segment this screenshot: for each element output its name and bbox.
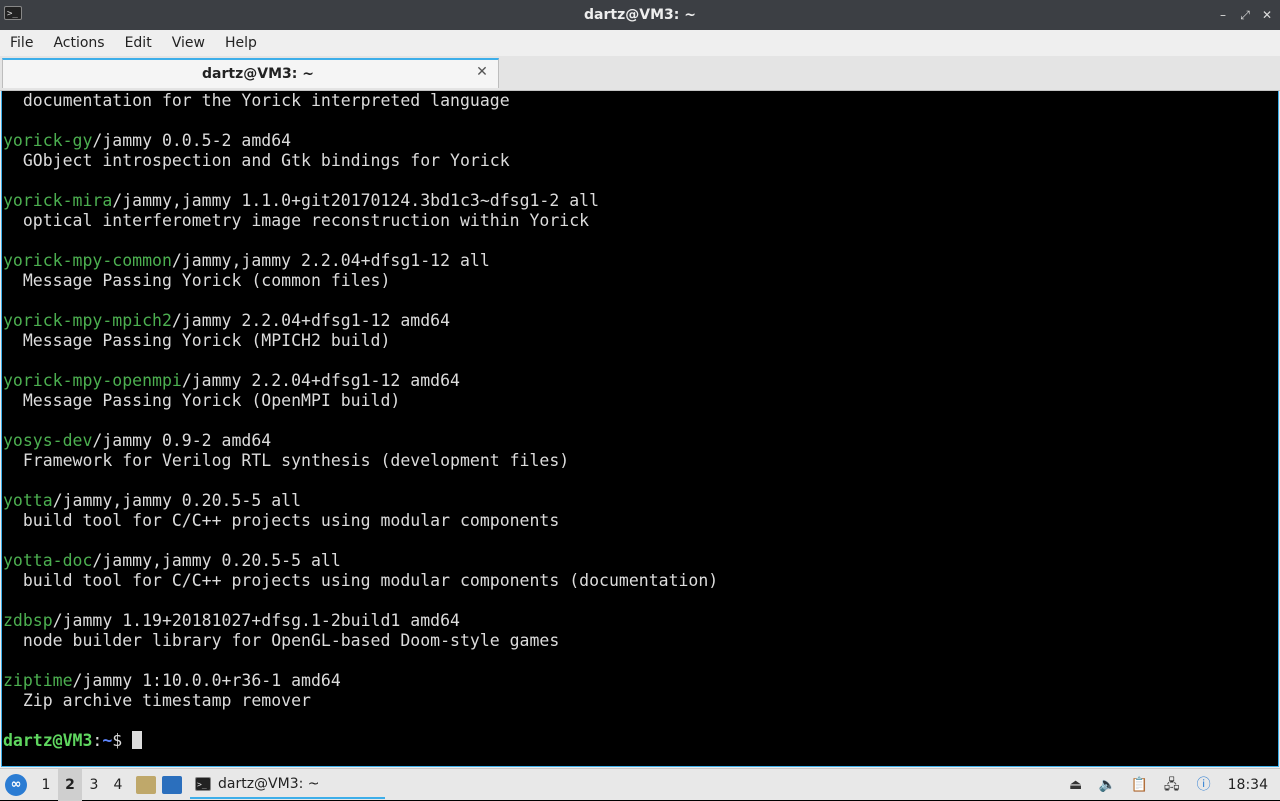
package-line: yorick-gy/jammy 0.0.5-2 amd64 (3, 131, 718, 151)
package-version: /jammy,jammy 0.20.5-5 all (52, 491, 302, 510)
desktop-2-button[interactable]: 2 (58, 769, 82, 801)
taskbar-terminal-button[interactable]: >_ dartz@VM3: ~ (190, 771, 385, 799)
package-description: Message Passing Yorick (OpenMPI build) (3, 391, 401, 410)
desktop-1-button[interactable]: 1 (34, 769, 58, 801)
terminal-lines: documentation for the Yorick interpreted… (3, 91, 718, 751)
prompt-separator: : (92, 731, 103, 750)
network-icon[interactable]: 🖧 (1162, 776, 1182, 794)
package-description: Message Passing Yorick (common files) (3, 271, 391, 290)
package-description: build tool for C/C++ projects using modu… (3, 571, 719, 590)
package-description: node builder library for OpenGL-based Do… (3, 631, 560, 650)
title-bar[interactable]: >_ dartz@VM3: ~ – ⤢ ✕ (0, 0, 1280, 30)
package-line: yorick-mira/jammy,jammy 1.1.0+git2017012… (3, 191, 718, 211)
desktop-switcher: 1234 (34, 769, 130, 801)
package-line: ziptime/jammy 1:10.0.0+r36-1 amd64 (3, 671, 718, 691)
terminal-tab[interactable]: dartz@VM3: ~ ✕ (2, 58, 499, 88)
prompt-symbol: $ (112, 731, 133, 750)
file-manager-icon[interactable] (136, 776, 156, 794)
tab-bar: dartz@VM3: ~ ✕ (0, 56, 1280, 91)
show-desktop-icon[interactable] (162, 776, 182, 794)
prompt-user-host: dartz@VM3 (3, 731, 93, 750)
prompt-line[interactable]: dartz@VM3:~$ (3, 731, 718, 751)
package-name: yorick-gy (3, 131, 93, 150)
package-name: zdbsp (3, 611, 53, 630)
package-line: yotta/jammy,jammy 0.20.5-5 all (3, 491, 718, 511)
package-name: yorick-mpy-common (3, 251, 172, 270)
package-name: yorick-mpy-openmpi (3, 371, 182, 390)
clock[interactable]: 18:34 (1228, 777, 1268, 793)
package-name: ziptime (3, 671, 73, 690)
tab-close-icon[interactable]: ✕ (474, 64, 490, 80)
taskbar-task-label: dartz@VM3: ~ (218, 776, 320, 792)
menu-help[interactable]: Help (215, 30, 267, 56)
package-line: yorick-mpy-openmpi/jammy 2.2.04+dfsg1-12… (3, 371, 718, 391)
terminal-icon: >_ (195, 777, 211, 791)
desktop-4-button[interactable]: 4 (106, 769, 130, 801)
package-description: GObject introspection and Gtk bindings f… (3, 151, 510, 170)
start-menu-icon[interactable]: ∞ (5, 774, 27, 796)
window-title: dartz@VM3: ~ (584, 7, 696, 23)
system-tray: ⏏ 🔈 📋 🖧 ⓘ 18:34 (1060, 769, 1280, 801)
package-name: yotta (3, 491, 53, 510)
package-version: /jammy 0.9-2 amd64 (92, 431, 272, 450)
menu-view[interactable]: View (162, 30, 215, 56)
package-version: /jammy 2.2.04+dfsg1-12 amd64 (171, 311, 451, 330)
package-description: Framework for Verilog RTL synthesis (dev… (3, 451, 570, 470)
maximize-icon[interactable]: ⤢ (1238, 8, 1252, 22)
package-description: documentation for the Yorick interpreted… (3, 91, 510, 110)
terminal-output[interactable]: documentation for the Yorick interpreted… (1, 91, 1279, 767)
menu-edit[interactable]: Edit (115, 30, 162, 56)
terminal-window: >_ dartz@VM3: ~ – ⤢ ✕ File Actions Edit … (0, 0, 1280, 768)
package-version: /jammy,jammy 0.20.5-5 all (92, 551, 341, 570)
minimize-icon[interactable]: – (1216, 8, 1230, 22)
notification-icon[interactable]: ⓘ (1194, 776, 1214, 794)
menu-bar: File Actions Edit View Help (0, 30, 1280, 56)
package-name: yotta-doc (3, 551, 93, 570)
package-description: Zip archive timestamp remover (3, 691, 311, 710)
package-version: /jammy 0.0.5-2 amd64 (92, 131, 292, 150)
menu-actions[interactable]: Actions (43, 30, 114, 56)
package-version: /jammy,jammy 2.2.04+dfsg1-12 all (171, 251, 490, 270)
package-line: zdbsp/jammy 1.19+20181027+dfsg.1-2build1… (3, 611, 718, 631)
menu-file[interactable]: File (0, 30, 43, 56)
package-description: build tool for C/C++ projects using modu… (3, 511, 560, 530)
package-description: Message Passing Yorick (MPICH2 build) (3, 331, 391, 350)
volume-icon[interactable]: 🔈 (1098, 776, 1118, 794)
package-version: /jammy,jammy 1.1.0+git20170124.3bd1c3~df… (112, 191, 600, 210)
clipboard-icon[interactable]: 📋 (1130, 776, 1150, 794)
package-name: yosys-dev (3, 431, 93, 450)
package-line: yorick-mpy-mpich2/jammy 2.2.04+dfsg1-12 … (3, 311, 718, 331)
package-version: /jammy 2.2.04+dfsg1-12 amd64 (181, 371, 460, 390)
package-name: yorick-mira (3, 191, 113, 210)
package-version: /jammy 1:10.0.0+r36-1 amd64 (72, 671, 341, 690)
package-name: yorick-mpy-mpich2 (3, 311, 172, 330)
package-line: yorick-mpy-common/jammy,jammy 2.2.04+dfs… (3, 251, 718, 271)
text-cursor (132, 731, 143, 749)
tab-label: dartz@VM3: ~ (202, 66, 314, 82)
taskbar: ∞ 1234 >_ dartz@VM3: ~ ⏏ 🔈 📋 🖧 ⓘ 18:34 (0, 768, 1280, 801)
package-description: optical interferometry image reconstruct… (3, 211, 590, 230)
desktop-3-button[interactable]: 3 (82, 769, 106, 801)
close-icon[interactable]: ✕ (1260, 8, 1274, 22)
terminal-scrollbar[interactable] (1276, 91, 1278, 766)
window-controls: – ⤢ ✕ (1216, 0, 1274, 30)
package-version: /jammy 1.19+20181027+dfsg.1-2build1 amd6… (52, 611, 460, 630)
prompt-path: ~ (102, 731, 113, 750)
package-line: yotta-doc/jammy,jammy 0.20.5-5 all (3, 551, 718, 571)
package-line: yosys-dev/jammy 0.9-2 amd64 (3, 431, 718, 451)
eject-icon[interactable]: ⏏ (1066, 776, 1086, 794)
